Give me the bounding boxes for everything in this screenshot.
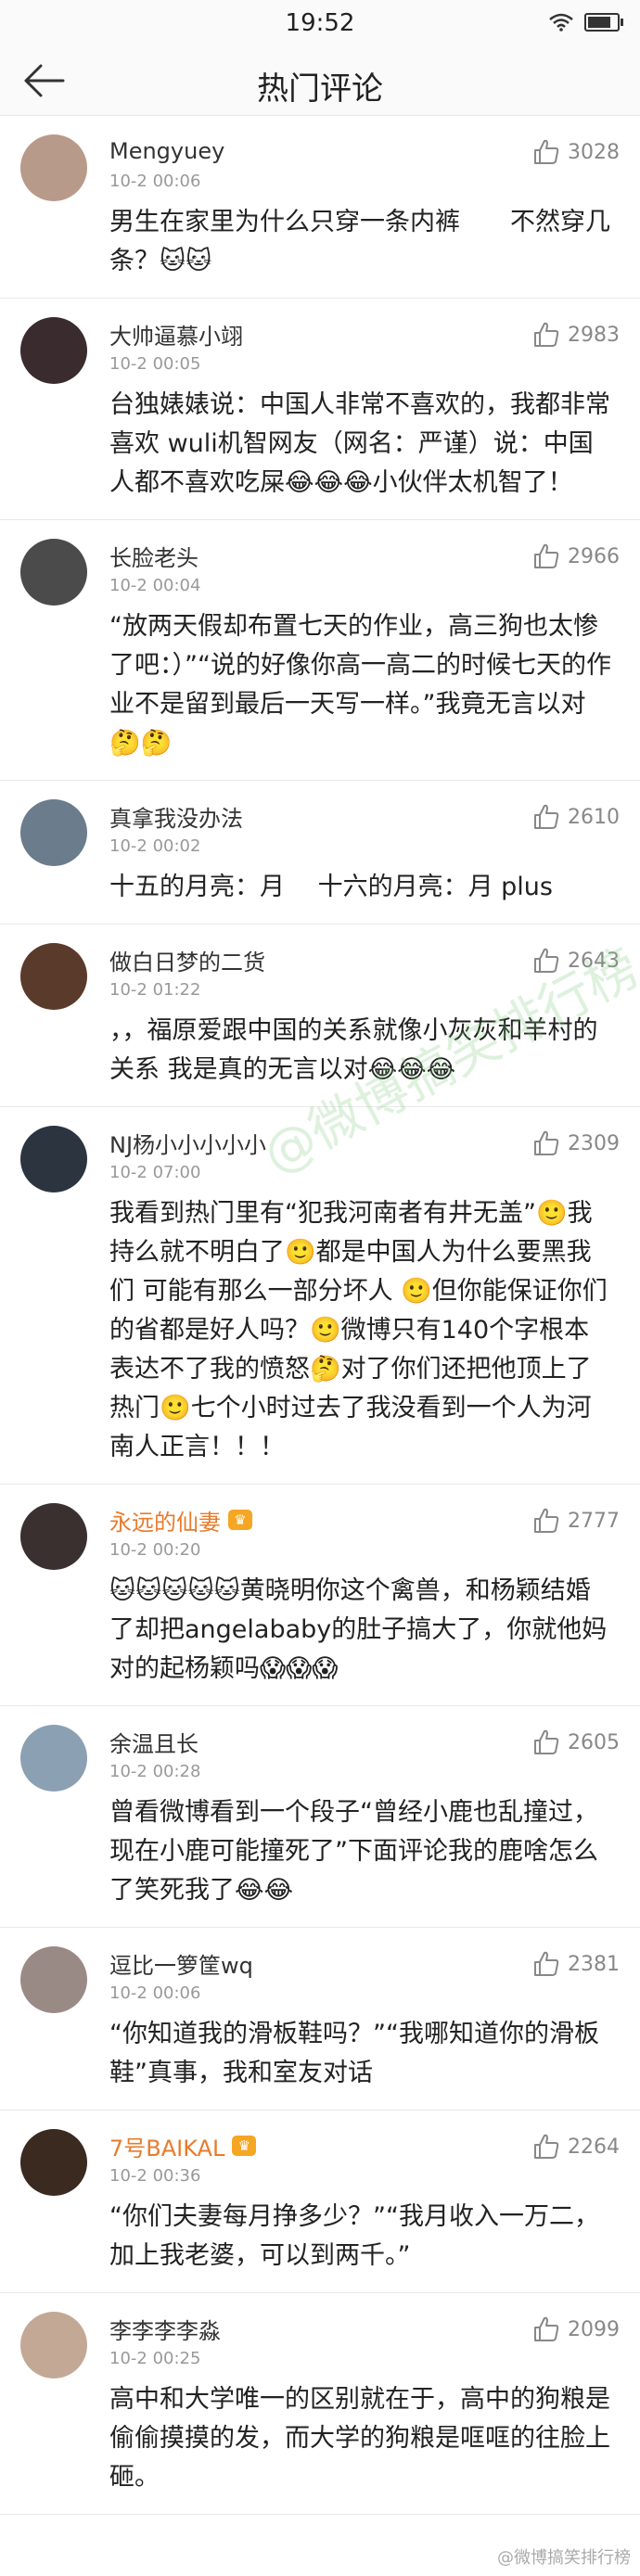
like-count: 2309 — [568, 1131, 620, 1155]
avatar[interactable] — [20, 2129, 87, 2196]
like-button[interactable]: 2983 — [532, 321, 620, 349]
comment-item[interactable]: 7号BAIKAL ♛ 2264 10-2 00:36 “你们夫妻每月挣多少？”“… — [0, 2111, 640, 2293]
comment-text: 我看到热门里有“犯我河南者有井无盖”🙂我持么就不明白了🙂都是中国人为什么要黑我们… — [109, 1199, 608, 1461]
avatar[interactable] — [20, 317, 87, 384]
like-button[interactable]: 2099 — [532, 2315, 620, 2343]
comment-text: 十五的月亮：月 十六的月亮：月 plus — [109, 873, 553, 901]
like-button[interactable]: 2966 — [532, 542, 620, 570]
like-count: 2643 — [568, 949, 620, 973]
comment-text: “放两天假却布置七天的作业，高三狗也太惨了吧：）”“说的好像你高一高二的时候七天… — [109, 612, 611, 758]
comment-text: 🐱🐱🐱🐱🐱黄晓明你这个禽兽，和杨颖结婚了却把angelababy的肚子搞大了，你… — [109, 1576, 608, 1683]
thumbs-up-icon — [534, 1508, 559, 1533]
comment-text: “你们夫妻每月挣多少？”“我月收入一万二，加上我老婆，可以到两千。” — [109, 2202, 599, 2270]
like-count: 2605 — [568, 1730, 620, 1754]
comment-time: 10-2 00:20 — [109, 1540, 201, 1560]
comment-list: Mengyuey 3028 10-2 00:06 男生在家里为什么只穿一条内裤 … — [0, 116, 640, 2515]
thumbs-up-icon — [534, 543, 559, 568]
username[interactable]: Mengyuey — [109, 138, 224, 164]
vip-crown-icon: ♛ — [228, 1510, 252, 1530]
comment-item[interactable]: 逗比一箩筐wq 2381 10-2 00:06 “你知道我的滑板鞋吗？”“我哪知… — [0, 1928, 640, 2111]
like-count: 2966 — [568, 544, 620, 568]
username[interactable]: 7号BAIKAL — [109, 2130, 224, 2162]
thumbs-up-icon — [534, 2316, 559, 2341]
like-count: 3028 — [568, 140, 620, 164]
thumbs-up-icon — [534, 1951, 559, 1976]
comment-item[interactable]: 真拿我没办法 2610 10-2 00:02 十五的月亮：月 十六的月亮：月 p… — [0, 781, 640, 925]
comment-item[interactable]: 做白日梦的二货 2643 10-2 01:22 ，，福原爱跟中国的关系就像小灰灰… — [0, 925, 640, 1107]
avatar[interactable] — [20, 2312, 87, 2378]
username[interactable]: 长脸老头 — [109, 540, 198, 572]
vip-crown-icon: ♛ — [232, 2136, 257, 2156]
like-count: 2610 — [568, 805, 620, 829]
comment-item[interactable]: NJ杨小小小小小 2309 10-2 07:00 我看到热门里有“犯我河南者有井… — [0, 1107, 640, 1485]
thumbs-up-icon — [534, 2134, 559, 2159]
status-icons — [549, 13, 623, 32]
like-count: 2381 — [568, 1952, 620, 1976]
avatar[interactable] — [20, 1725, 87, 1792]
username[interactable]: 余温且长 — [109, 1726, 198, 1758]
thumbs-up-icon — [534, 1130, 559, 1155]
avatar[interactable] — [20, 539, 87, 606]
comment-time: 10-2 00:36 — [109, 2166, 201, 2186]
thumbs-up-icon — [534, 948, 559, 973]
comment-time: 10-2 00:02 — [109, 836, 201, 856]
status-bar: 19:52 — [0, 0, 640, 46]
like-button[interactable]: 2605 — [532, 1728, 620, 1756]
page-title: 热门评论 — [257, 70, 383, 108]
comment-item[interactable]: 长脸老头 2966 10-2 00:04 “放两天假却布置七天的作业，高三狗也太… — [0, 520, 640, 781]
wifi-icon — [549, 13, 573, 32]
comment-time: 10-2 00:05 — [109, 354, 201, 374]
comment-time: 10-2 00:06 — [109, 172, 201, 191]
like-button[interactable]: 2777 — [532, 1507, 620, 1535]
thumbs-up-icon — [534, 804, 559, 829]
comment-time: 10-2 01:22 — [109, 980, 201, 1000]
comment-time: 10-2 07:00 — [109, 1163, 201, 1182]
avatar[interactable] — [20, 1503, 87, 1570]
username[interactable]: 李李李李淼 — [109, 2313, 221, 2345]
comment-item[interactable]: 李李李李淼 2099 10-2 00:25 高中和大学唯一的区别就在于，高中的狗… — [0, 2293, 640, 2515]
comment-time: 10-2 00:28 — [109, 1762, 201, 1781]
like-button[interactable]: 3028 — [532, 138, 620, 166]
username[interactable]: 真拿我没办法 — [109, 800, 243, 833]
username[interactable]: 永远的仙妻 — [109, 1504, 221, 1537]
thumbs-up-icon — [534, 1729, 559, 1754]
like-button[interactable]: 2610 — [532, 803, 620, 831]
avatar[interactable] — [20, 134, 87, 201]
comment-time: 10-2 00:25 — [109, 2349, 201, 2368]
comment-time: 10-2 00:06 — [109, 1983, 201, 2003]
comment-text: ，，福原爱跟中国的关系就像小灰灰和羊村的关系 我是真的无言以对😂😂😂 — [109, 1016, 598, 1084]
like-button[interactable]: 2264 — [532, 2133, 620, 2161]
like-button[interactable]: 2381 — [532, 1950, 620, 1978]
comment-text: 台独婊婊说：中国人非常不喜欢的，我都非常喜欢 wuli机智网友（网名：严谨）说：… — [109, 390, 610, 497]
comment-item[interactable]: Mengyuey 3028 10-2 00:06 男生在家里为什么只穿一条内裤 … — [0, 116, 640, 299]
comment-text: 曾看微博看到一个段子“曾经小鹿也乱撞过，现在小鹿可能撞死了”下面评论我的鹿啥怎么… — [109, 1798, 598, 1905]
battery-icon — [584, 13, 623, 32]
comment-text: 高中和大学唯一的区别就在于，高中的狗粮是偷偷摸摸的发，而大学的狗粮是哐哐的往脸上… — [109, 2385, 610, 2492]
comment-text: “你知道我的滑板鞋吗？”“我哪知道你的滑板鞋”真事，我和室友对话 — [109, 2020, 599, 2087]
like-count: 2983 — [568, 323, 620, 347]
username[interactable]: 逗比一箩筐wq — [109, 1947, 253, 1980]
avatar[interactable] — [20, 1126, 87, 1192]
comment-item[interactable]: 大帅逼慕小翊 2983 10-2 00:05 台独婊婊说：中国人非常不喜欢的，我… — [0, 299, 640, 520]
avatar[interactable] — [20, 1946, 87, 2013]
like-count: 2264 — [568, 2135, 620, 2159]
username[interactable]: 做白日梦的二货 — [109, 944, 265, 976]
like-button[interactable]: 2643 — [532, 947, 620, 975]
comment-text: 男生在家里为什么只穿一条内裤 不然穿几条？🐱🐱 — [109, 208, 610, 275]
avatar[interactable] — [20, 943, 87, 1010]
like-count: 2099 — [568, 2317, 620, 2341]
status-time: 19:52 — [285, 9, 355, 37]
nav-bar: 热门评论 — [0, 46, 640, 116]
username[interactable]: 大帅逼慕小翊 — [109, 318, 243, 351]
thumbs-up-icon — [534, 139, 559, 164]
thumbs-up-icon — [534, 322, 559, 347]
comment-item[interactable]: 永远的仙妻 ♛ 2777 10-2 00:20 🐱🐱🐱🐱🐱黄晓明你这个禽兽，和杨… — [0, 1485, 640, 1706]
username[interactable]: NJ杨小小小小小 — [109, 1127, 266, 1159]
like-count: 2777 — [568, 1509, 620, 1533]
footer-watermark: @微博搞笑排行榜 — [497, 2548, 631, 2568]
avatar[interactable] — [20, 799, 87, 866]
comment-time: 10-2 00:04 — [109, 576, 201, 595]
like-button[interactable]: 2309 — [532, 1129, 620, 1157]
comment-item[interactable]: 余温且长 2605 10-2 00:28 曾看微博看到一个段子“曾经小鹿也乱撞过… — [0, 1706, 640, 1928]
